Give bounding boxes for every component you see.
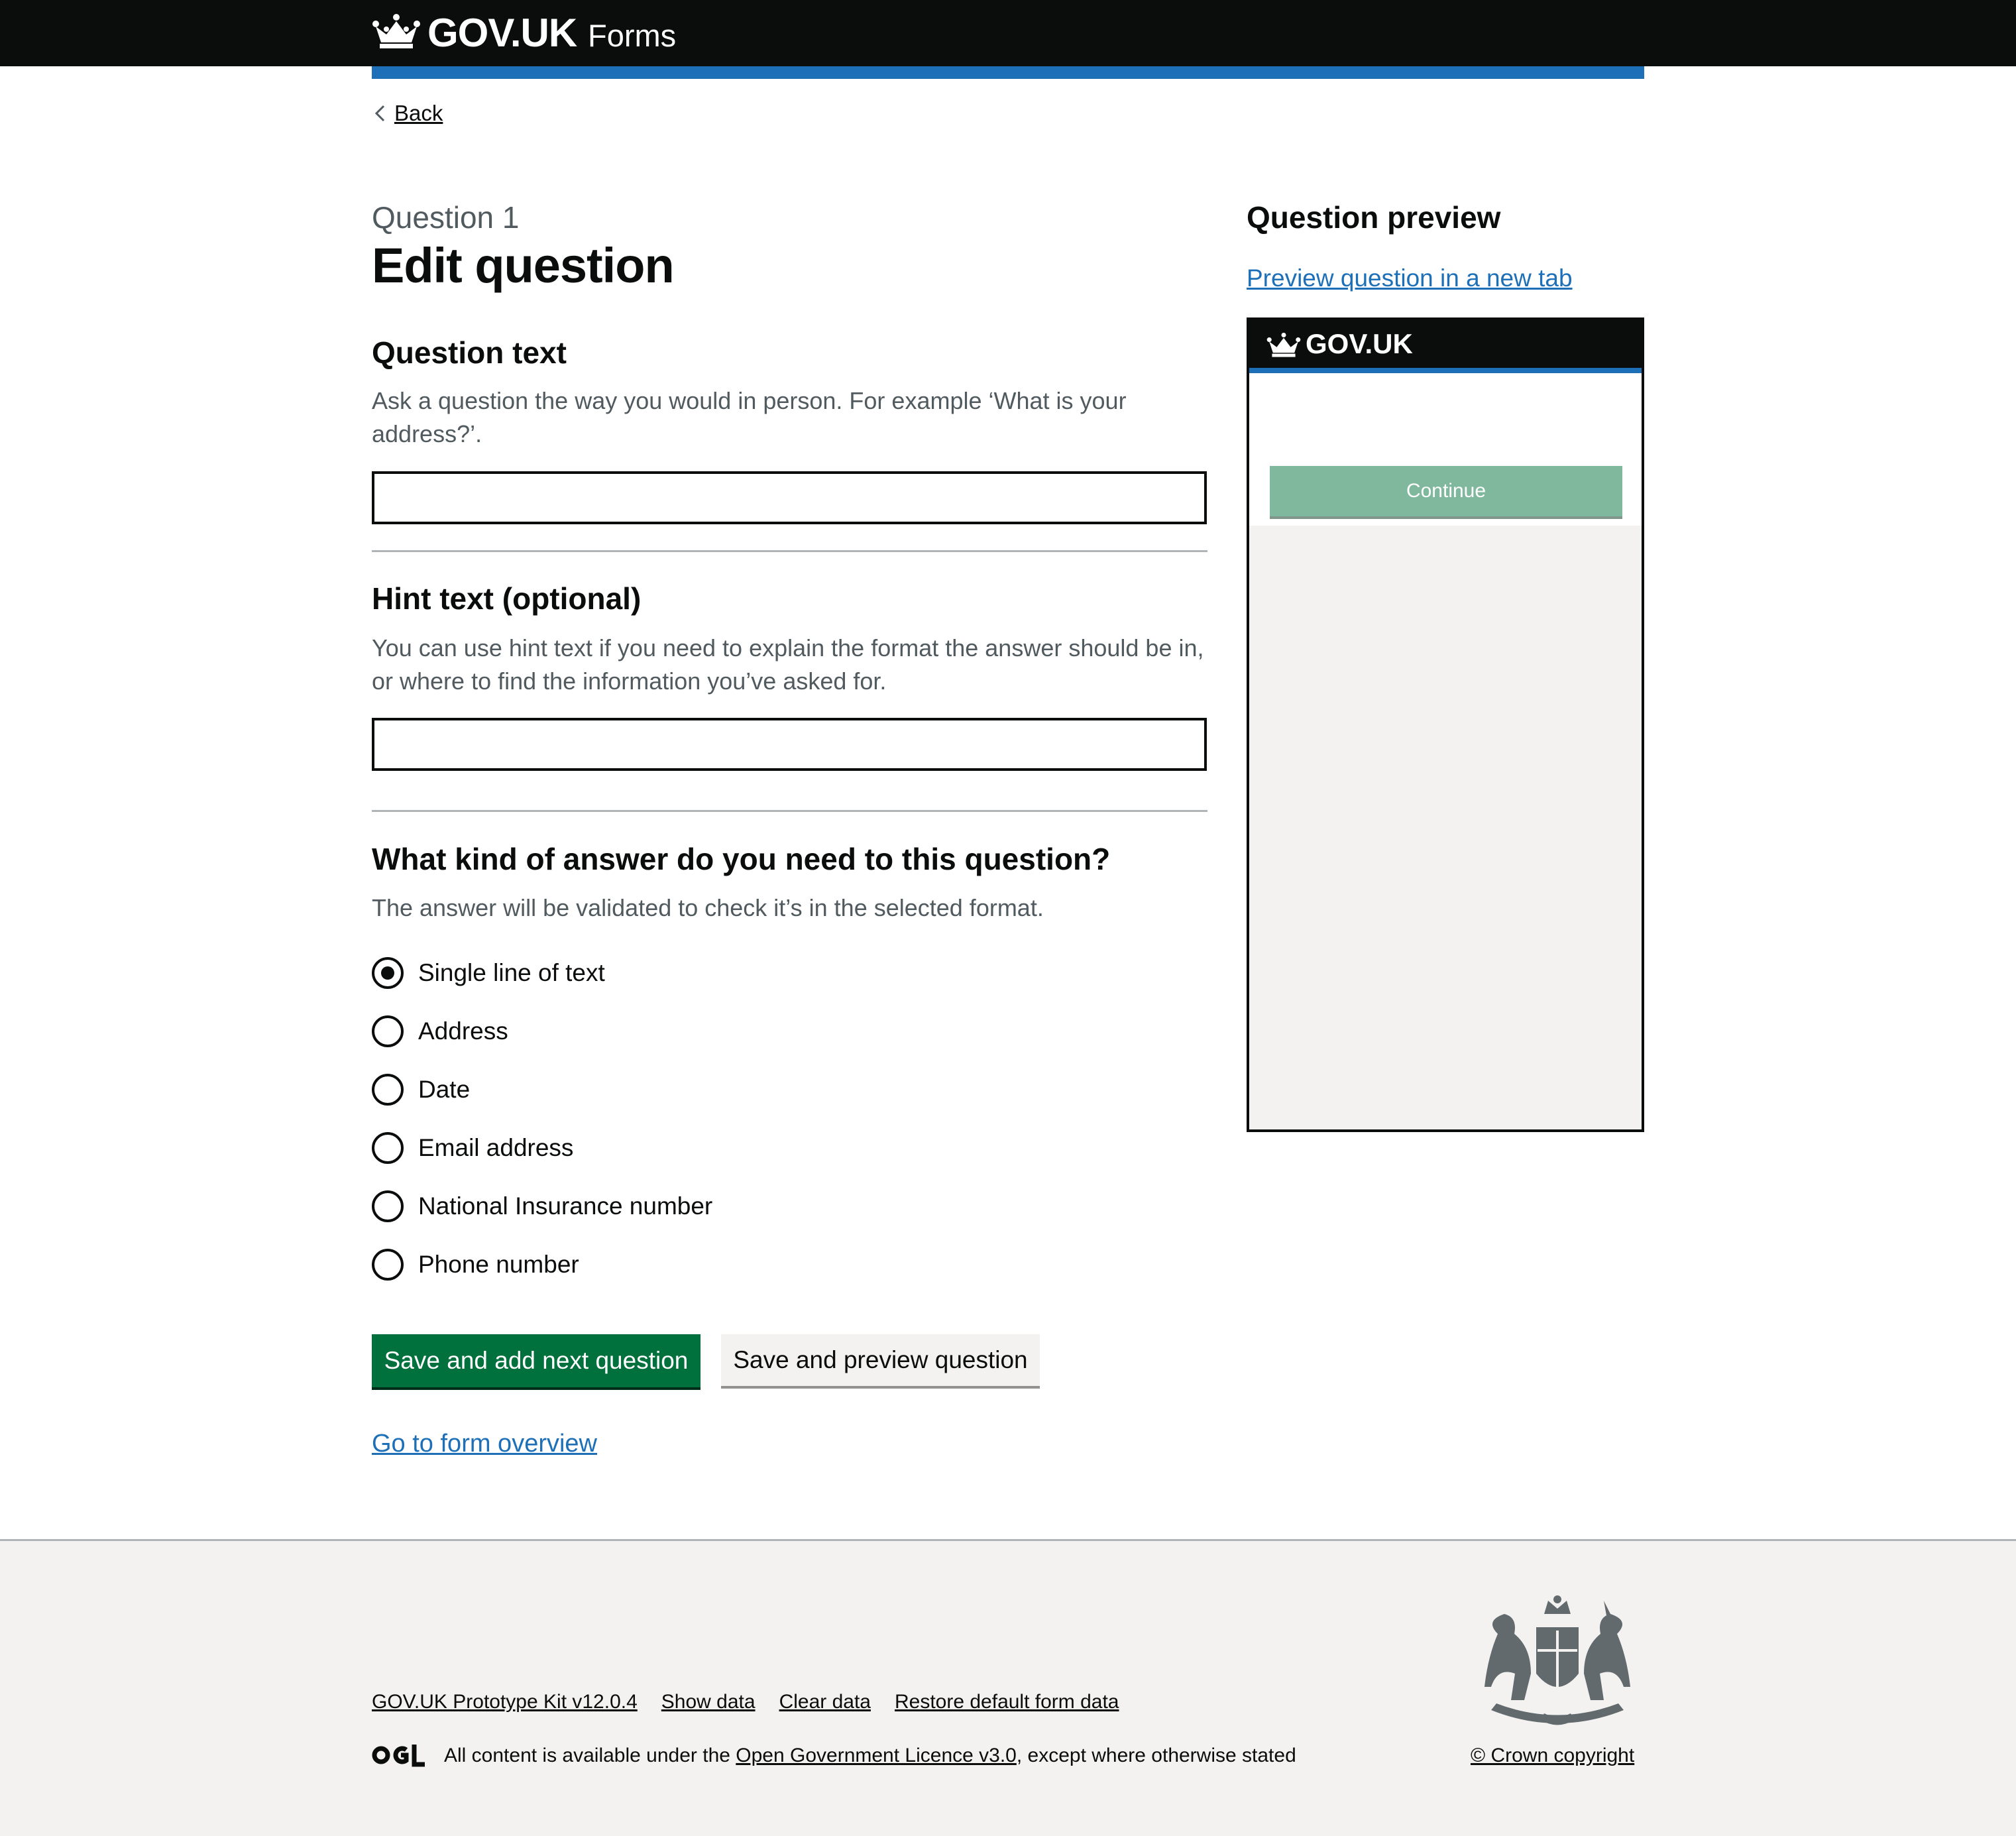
preview-title: Question preview [1247, 200, 1501, 235]
ogl-logo-icon [372, 1745, 425, 1767]
answer-type-option[interactable]: Single line of text [372, 954, 605, 992]
crown-icon [1266, 333, 1301, 357]
page-title: Edit question [372, 238, 675, 293]
chevron-left-icon [374, 105, 385, 122]
radio-unselected-icon[interactable] [372, 1132, 404, 1164]
header-accent-bar [372, 66, 1644, 79]
answer-type-option[interactable]: National Insurance number [372, 1188, 712, 1225]
answer-type-option-label[interactable]: National Insurance number [418, 1190, 712, 1223]
footer-link-show-data[interactable]: Show data [661, 1687, 756, 1717]
royal-coat-of-arms-icon [1484, 1595, 1630, 1725]
radio-unselected-icon[interactable] [372, 1249, 404, 1281]
radio-unselected-icon[interactable] [372, 1074, 404, 1106]
service-name[interactable]: Forms [588, 16, 676, 56]
footer-link-clear-data[interactable]: Clear data [779, 1687, 871, 1717]
answer-type-option-label[interactable]: Date [418, 1073, 470, 1106]
question-text-hint: Ask a question the way you would in pers… [372, 387, 1127, 447]
radio-unselected-icon[interactable] [372, 1015, 404, 1047]
answer-type-option[interactable]: Phone number [372, 1246, 579, 1283]
footer-link-restore-data[interactable]: Restore default form data [895, 1687, 1119, 1717]
crown-copyright-link[interactable]: © Crown copyright [1471, 1745, 1634, 1766]
answer-type-hint: The answer will be validated to check it… [372, 894, 1044, 921]
question-text-input[interactable] [372, 471, 1207, 524]
page-caption: Question 1 [372, 200, 520, 235]
back-link-label[interactable]: Back [394, 98, 443, 129]
govuk-logo[interactable]: GOV.UK [427, 9, 577, 57]
crown-icon [372, 14, 420, 48]
answer-type-option[interactable]: Address [372, 1013, 508, 1050]
preview-accent-bar [1249, 368, 1642, 373]
preview-content: Continue [1249, 373, 1642, 526]
licence-text: All content is available under the Open … [444, 1739, 1296, 1772]
crown-copyright: © Crown copyright [1471, 1739, 1634, 1772]
answer-type-option-label[interactable]: Address [418, 1015, 508, 1048]
footer-links: GOV.UK Prototype Kit v12.0.4 Show data C… [372, 1687, 1119, 1717]
answer-type-legend: What kind of answer do you need to this … [372, 842, 1111, 876]
preview-continue-button: Continue [1270, 466, 1622, 516]
preview-govuk-logo: GOV.UK [1306, 328, 1413, 359]
preview-header: GOV.UK [1249, 320, 1642, 368]
answer-type-option[interactable]: Date [372, 1071, 470, 1108]
radio-selected-icon[interactable] [372, 957, 404, 989]
radio-unselected-icon[interactable] [372, 1190, 404, 1222]
site-header: GOV.UK Forms [0, 0, 2016, 66]
answer-type-option-label[interactable]: Phone number [418, 1248, 579, 1281]
footer-link-prototype-kit[interactable]: GOV.UK Prototype Kit v12.0.4 [372, 1687, 638, 1717]
licence-link[interactable]: Open Government Licence v3.0 [736, 1745, 1017, 1766]
answer-type-option-label[interactable]: Single line of text [418, 956, 605, 990]
back-link[interactable]: Back [372, 98, 443, 129]
hint-text-hint: You can use hint text if you need to exp… [372, 634, 1204, 695]
question-text-label: Question text [372, 335, 567, 370]
save-and-add-next-button[interactable]: Save and add next question [372, 1334, 700, 1387]
preview-new-tab-link[interactable]: Preview question in a new tab [1247, 261, 1573, 296]
question-preview-frame: GOV.UK Continue [1247, 317, 1644, 1132]
section-divider [372, 810, 1207, 812]
answer-type-option[interactable]: Email address [372, 1129, 573, 1167]
licence-suffix: , except where otherwise stated [1016, 1745, 1296, 1766]
hint-text-input[interactable] [372, 718, 1207, 771]
save-and-preview-button[interactable]: Save and preview question [721, 1334, 1040, 1386]
answer-type-option-label[interactable]: Email address [418, 1131, 573, 1165]
radio-dot [381, 966, 394, 980]
hint-text-label: Hint text (optional) [372, 581, 642, 616]
form-overview-link[interactable]: Go to form overview [372, 1425, 597, 1462]
licence-prefix: All content is available under the [444, 1745, 736, 1766]
section-divider [372, 550, 1207, 552]
